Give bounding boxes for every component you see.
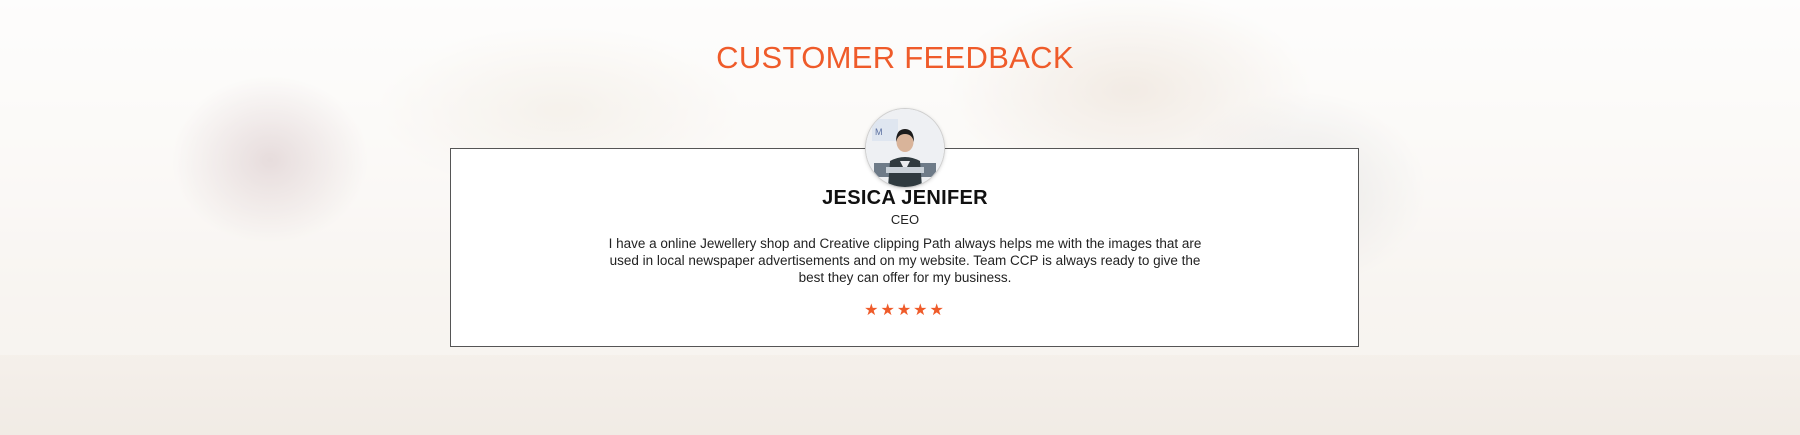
person-photo-icon: M (866, 109, 944, 187)
star-icon: ★ (880, 302, 897, 319)
star-icon: ★ (929, 302, 946, 319)
customer-name: JESICA JENIFER (822, 187, 988, 209)
svg-text:M: M (875, 127, 883, 137)
section-heading: CUSTOMER FEEDBACK (716, 40, 1074, 75)
star-rating: ★★★★★ (0, 300, 1800, 320)
star-icon: ★ (896, 302, 914, 319)
testimonial-quote: I have a online Jewellery shop and Creat… (608, 236, 1202, 285)
avatar: M (866, 109, 944, 187)
customer-role: CEO (890, 212, 920, 227)
star-icon: ★ (913, 302, 930, 319)
star-icon: ★ (864, 302, 881, 319)
